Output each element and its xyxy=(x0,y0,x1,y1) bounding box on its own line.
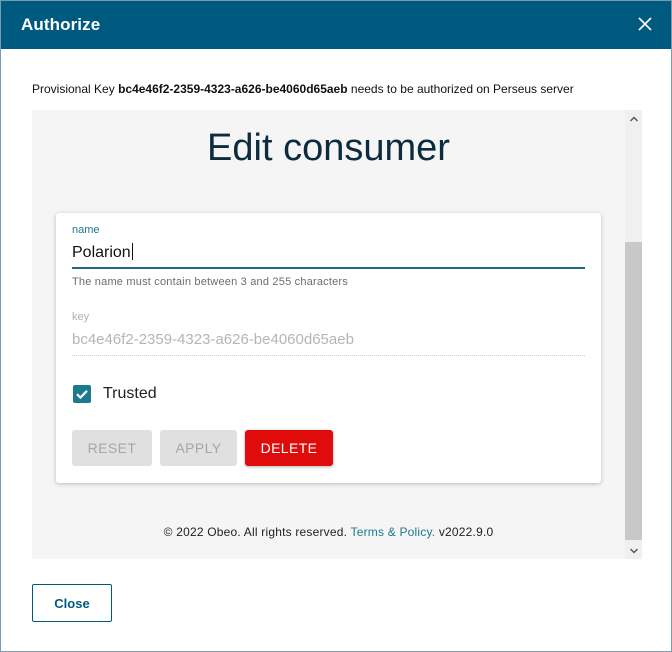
trusted-label[interactable]: Trusted xyxy=(103,385,157,403)
terms-policy-link[interactable]: Terms & Policy. xyxy=(351,525,436,539)
embedded-frame: Edit consumer name Polarion The name mus… xyxy=(32,110,642,559)
version-text: v2022.9.0 xyxy=(438,525,494,539)
text-caret xyxy=(131,243,133,260)
key-input: bc4e46f2-2359-4323-a626-be4060d65aeb xyxy=(72,331,354,348)
scroll-up-icon[interactable] xyxy=(625,110,642,127)
authorization-message: Provisional Key bc4e46f2-2359-4323-a626-… xyxy=(32,82,574,96)
name-helper-text: The name must contain between 3 and 255 … xyxy=(72,276,348,288)
scroll-down-icon[interactable] xyxy=(625,542,642,559)
close-button[interactable]: Close xyxy=(32,584,112,622)
page-footer: © 2022 Obeo. All rights reserved. Terms … xyxy=(32,525,625,539)
key-field-label: key xyxy=(72,311,90,323)
close-icon[interactable] xyxy=(633,12,657,36)
scrollbar-thumb[interactable] xyxy=(625,242,642,540)
message-prefix: Provisional Key xyxy=(32,82,115,96)
apply-button: APPLY xyxy=(160,430,237,466)
name-input[interactable]: Polarion xyxy=(72,243,133,262)
dialog-titlebar: Authorize xyxy=(1,1,671,49)
name-field-label: name xyxy=(72,224,100,236)
trusted-checkbox[interactable] xyxy=(73,385,91,403)
name-input-underline xyxy=(72,267,585,269)
authorize-dialog: Authorize Provisional Key bc4e46f2-2359-… xyxy=(0,0,672,652)
consumer-form-card: name Polarion The name must contain betw… xyxy=(56,213,601,483)
message-suffix: needs to be authorized on Perseus server xyxy=(350,82,574,96)
dialog-title: Authorize xyxy=(21,15,101,34)
check-icon xyxy=(76,390,88,400)
key-input-underline xyxy=(72,355,585,356)
provisional-key: bc4e46f2-2359-4323-a626-be4060d65aeb xyxy=(118,82,348,96)
page-title: Edit consumer xyxy=(207,127,450,169)
name-input-value: Polarion xyxy=(72,244,131,261)
reset-button: RESET xyxy=(72,430,152,466)
copyright-text: © 2022 Obeo. All rights reserved. xyxy=(163,525,348,539)
delete-button[interactable]: DELETE xyxy=(245,430,333,466)
vertical-scrollbar[interactable] xyxy=(625,110,642,559)
